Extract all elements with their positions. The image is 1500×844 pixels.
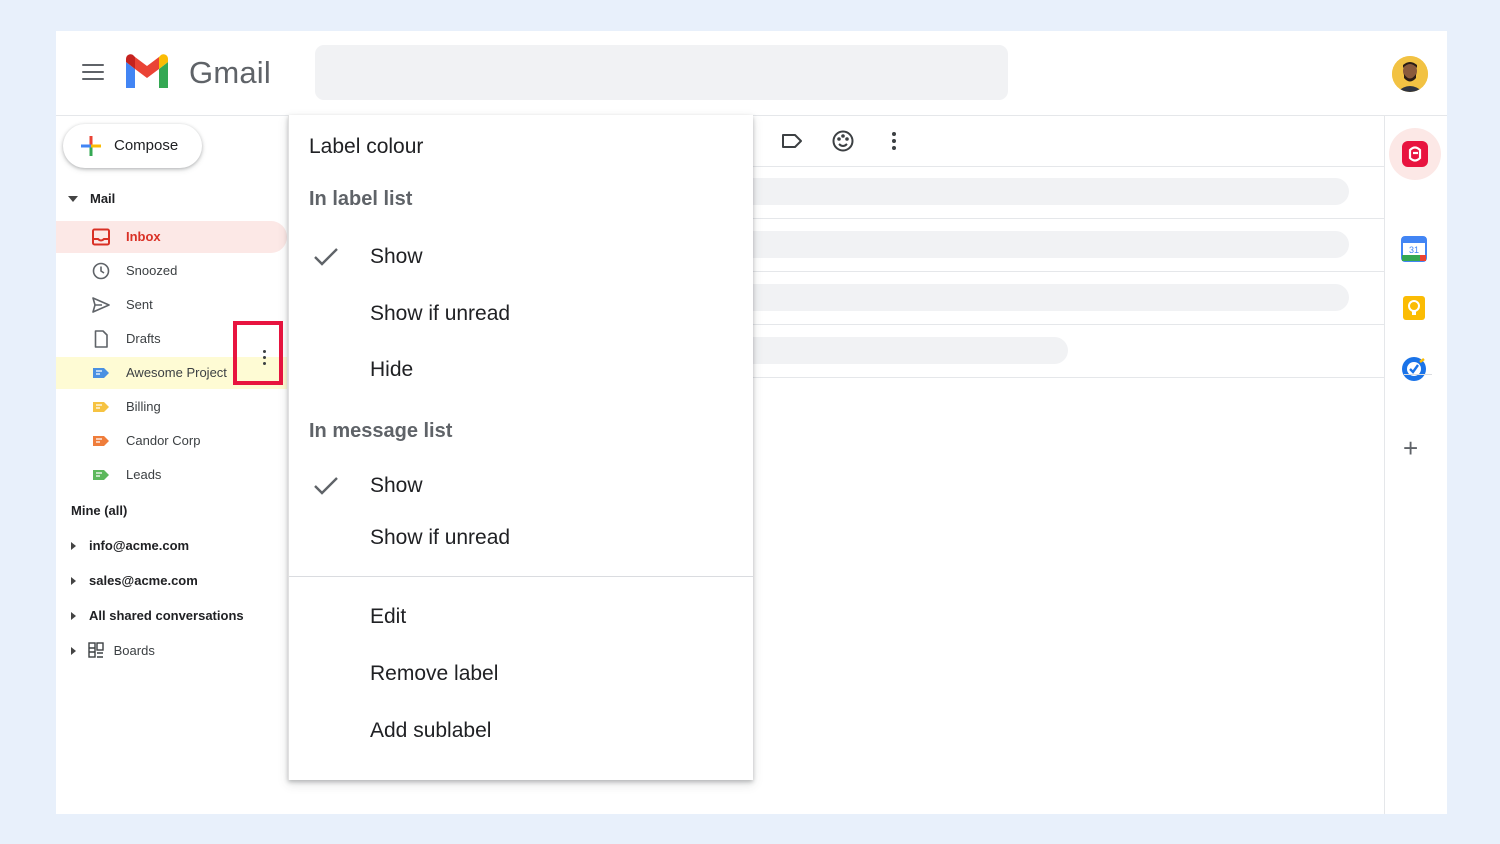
menu-item-label: Show — [370, 245, 423, 269]
highlight-box — [233, 321, 283, 385]
sidebar-item-snoozed[interactable]: Snoozed — [56, 255, 287, 287]
menu-item-label: Add sublabel — [370, 719, 491, 743]
calendar-icon[interactable]: 31 — [1401, 236, 1427, 262]
more-vert-icon[interactable] — [882, 129, 906, 153]
compose-plus-icon — [81, 136, 101, 156]
sidebar-item-label: Awesome Project — [126, 365, 227, 380]
caret-right-icon — [71, 577, 76, 585]
sidebar-item-inbox[interactable]: Inbox — [56, 221, 287, 253]
boards-item[interactable]: Boards — [71, 643, 155, 660]
menu-item-label: Remove label — [370, 662, 498, 686]
menu-item-message-list-show[interactable]: Show — [289, 462, 753, 510]
menu-item-label: Hide — [370, 358, 413, 382]
group-info[interactable]: info@acme.com — [71, 538, 189, 553]
menu-item-label: Show if unread — [370, 302, 510, 326]
sidebar-item-leads[interactable]: Leads — [56, 459, 287, 491]
section-in-message-list: In message list — [309, 420, 452, 443]
label-tag-icon — [92, 432, 110, 450]
caret-right-icon — [71, 612, 76, 620]
message-row-placeholder[interactable] — [753, 272, 1384, 325]
label-more-options-icon[interactable] — [263, 350, 267, 368]
brand-name: Gmail — [189, 55, 271, 91]
sidebar-item-label: Drafts — [126, 331, 161, 346]
menu-item-label: Show — [370, 474, 423, 498]
gmail-logo-icon[interactable] — [123, 53, 171, 89]
tasks-icon[interactable] — [1401, 356, 1427, 382]
inbox-icon — [92, 228, 110, 246]
boards-icon — [88, 642, 104, 658]
hiver-button[interactable] — [1389, 128, 1441, 180]
menu-item-add-sublabel[interactable]: Add sublabel — [289, 707, 753, 755]
right-side-panel: 31 + — [1384, 115, 1448, 814]
sidebar-item-label: Snoozed — [126, 263, 177, 278]
checkmark-icon — [313, 247, 339, 267]
calendar-day-number: 31 — [1409, 245, 1419, 255]
menu-item-label: Show if unread — [370, 526, 510, 550]
group-sales[interactable]: sales@acme.com — [71, 573, 198, 588]
label-tag-icon — [92, 398, 110, 416]
send-icon — [92, 296, 110, 314]
sidebar-item-billing[interactable]: Billing — [56, 391, 287, 423]
boards-label: Boards — [114, 643, 155, 658]
label-icon[interactable] — [780, 129, 804, 153]
sidebar-item-label: Inbox — [126, 229, 161, 244]
sidebar-item-label: Leads — [126, 467, 161, 482]
menu-item-message-list-show-if-unread[interactable]: Show if unread — [289, 514, 753, 562]
label-tag-icon — [92, 466, 110, 484]
caret-right-icon — [71, 542, 76, 550]
checkmark-icon — [313, 476, 339, 496]
message-row-placeholder[interactable] — [753, 219, 1384, 272]
hiver-icon — [1402, 141, 1428, 167]
account-avatar[interactable] — [1392, 56, 1428, 92]
caret-down-icon — [68, 196, 78, 202]
mine-all-heading: Mine (all) — [71, 503, 127, 518]
sidebar-item-label: Sent — [126, 297, 153, 312]
menu-item-remove-label[interactable]: Remove label — [289, 650, 753, 698]
caret-right-icon — [71, 647, 76, 655]
menu-item-label-list-show[interactable]: Show — [289, 233, 753, 281]
sidebar-item-label: Candor Corp — [126, 433, 200, 448]
add-addon-icon[interactable]: + — [1403, 435, 1418, 461]
draft-icon — [92, 330, 110, 348]
message-row-placeholder[interactable] — [753, 325, 1384, 378]
header: Gmail — [56, 31, 1447, 116]
message-row-placeholder[interactable] — [753, 166, 1384, 219]
section-in-label-list: In label list — [309, 188, 412, 211]
rail-divider — [1404, 374, 1432, 375]
gmail-window: Gmail Compose Mail Inbox Snoozed — [56, 31, 1447, 814]
keep-icon[interactable] — [1401, 295, 1427, 321]
menu-item-label: Edit — [370, 605, 406, 629]
group-label: sales@acme.com — [89, 573, 198, 588]
menu-title[interactable]: Label colour — [309, 135, 423, 159]
sidebar-item-label: Billing — [126, 399, 161, 414]
menu-item-edit[interactable]: Edit — [289, 593, 753, 641]
message-toolbar — [753, 115, 1384, 167]
group-all-shared[interactable]: All shared conversations — [71, 608, 244, 623]
palette-icon[interactable] — [831, 129, 855, 153]
mail-section-toggle[interactable]: Mail — [68, 191, 115, 206]
label-tag-icon — [92, 364, 110, 382]
group-label: info@acme.com — [89, 538, 189, 553]
search-bar[interactable] — [315, 45, 1008, 100]
label-options-menu: Label colour In label list Show Show if … — [288, 115, 753, 780]
group-label: All shared conversations — [89, 608, 244, 623]
main-menu-icon[interactable] — [82, 64, 104, 80]
menu-item-label-list-show-if-unread[interactable]: Show if unread — [289, 290, 753, 338]
clock-icon — [92, 262, 110, 280]
compose-button[interactable]: Compose — [63, 124, 202, 168]
sidebar-item-sent[interactable]: Sent — [56, 289, 287, 321]
menu-divider — [289, 576, 753, 577]
compose-label: Compose — [114, 137, 178, 154]
sidebar-item-candor-corp[interactable]: Candor Corp — [56, 425, 287, 457]
mail-label: Mail — [90, 191, 115, 206]
menu-item-label-list-hide[interactable]: Hide — [289, 346, 753, 394]
